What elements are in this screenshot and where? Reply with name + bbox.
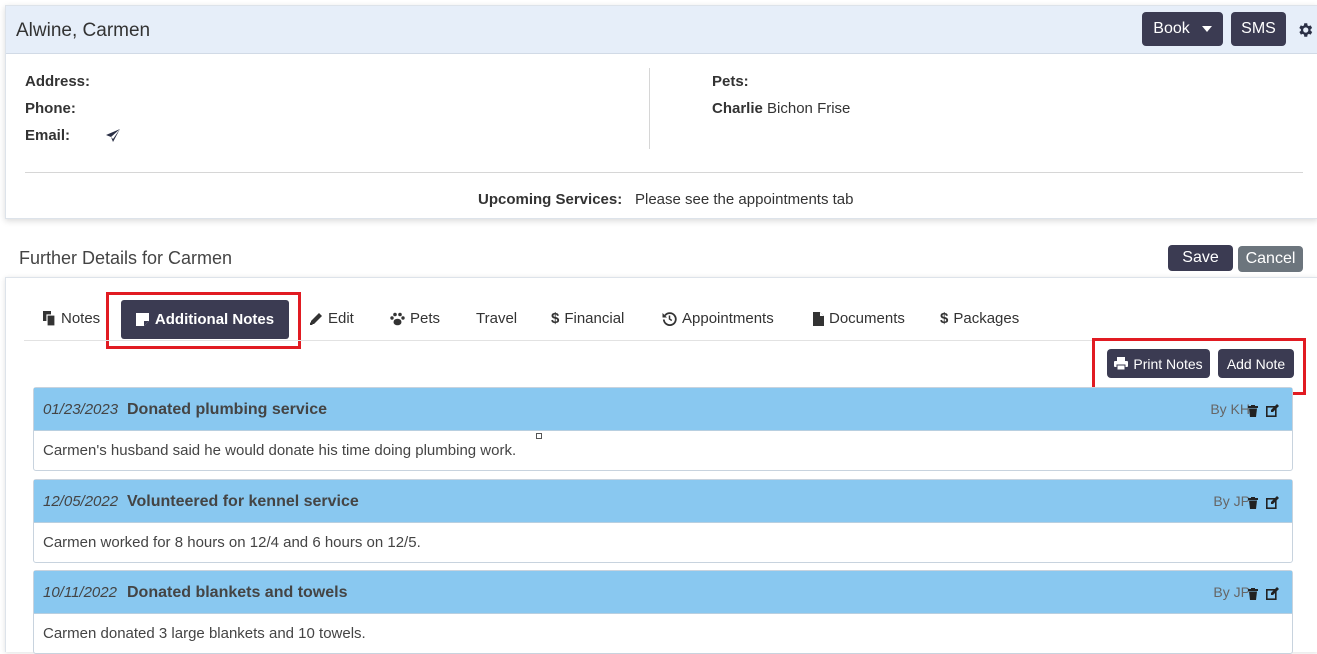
email-row: Email: (25, 127, 120, 154)
edit-icon[interactable] (1266, 496, 1279, 509)
note-title: Donated blankets and towels (127, 584, 348, 601)
book-button[interactable]: Book (1142, 12, 1223, 46)
further-details-title: Further Details for Carmen (19, 248, 233, 268)
client-card: Alwine, Carmen Book SMS Address: Phone: … (5, 5, 1317, 219)
tab-documents[interactable]: Documents (813, 310, 905, 327)
note-card: 10/11/2022 Donated blankets and towels B… (33, 570, 1293, 654)
contact-info: Address: Phone: Email: (25, 73, 120, 154)
tab-pets[interactable]: Pets (390, 310, 440, 327)
client-header: Alwine, Carmen Book SMS (6, 6, 1317, 54)
upcoming-value: Please see the appointments tab (635, 191, 854, 208)
dollar-icon: $ (940, 310, 949, 327)
tab-appointments[interactable]: Appointments (662, 310, 774, 327)
tab-appointments-label: Appointments (682, 310, 774, 327)
tab-notes[interactable]: Notes (43, 310, 100, 327)
pets-label: Pets: (712, 73, 749, 90)
address-label: Address: (25, 73, 91, 90)
tab-travel[interactable]: Travel (476, 310, 517, 327)
trash-icon[interactable] (1248, 405, 1258, 417)
note-author: By KH (1210, 401, 1250, 417)
phone-label: Phone: (25, 100, 76, 117)
sms-button-label: SMS (1241, 20, 1276, 37)
pencil-icon (310, 312, 322, 325)
tab-documents-label: Documents (829, 310, 905, 327)
cancel-button[interactable]: Cancel (1238, 246, 1303, 272)
note-date: 01/23/2023 (43, 401, 119, 418)
note-card: 01/23/2023 Donated plumbing service By K… (33, 387, 1293, 471)
upcoming-label: Upcoming Services: (478, 191, 623, 208)
pet-name[interactable]: Charlie (712, 100, 763, 117)
note-title: Donated plumbing service (127, 401, 328, 418)
note-title: Volunteered for kennel service (127, 493, 359, 510)
tab-edit[interactable]: Edit (309, 310, 354, 327)
file-icon (813, 311, 824, 326)
send-icon[interactable] (105, 128, 121, 144)
cursor-marker (536, 433, 542, 439)
info-divider (25, 172, 1303, 173)
note-author: By JP (1213, 584, 1250, 600)
tab-financial-label: Financial (564, 310, 625, 327)
save-button[interactable]: Save (1168, 245, 1233, 271)
note-date: 10/11/2022 (43, 584, 117, 601)
note-card: 12/05/2022 Volunteered for kennel servic… (33, 479, 1293, 563)
book-button-label: Book (1153, 20, 1190, 37)
chevron-down-icon (1201, 26, 1212, 32)
note-body: Carmen worked for 8 hours on 12/4 and 6 … (43, 534, 421, 551)
sms-button[interactable]: SMS (1231, 12, 1286, 46)
tab-notes-label: Notes (61, 310, 101, 327)
note-body: Carmen donated 3 large blankets and 10 t… (43, 625, 366, 642)
note-header: 10/11/2022 Donated blankets and towels B… (34, 571, 1292, 614)
pet-breed: Bichon Frise (767, 100, 851, 117)
note-author: By JP (1213, 493, 1250, 509)
history-icon (662, 312, 677, 326)
save-button-label: Save (1182, 249, 1219, 266)
paw-icon (390, 312, 405, 325)
cancel-button-label: Cancel (1245, 250, 1296, 267)
pets-info: Pets: Charlie Bichon Frise (712, 73, 850, 117)
edit-icon[interactable] (1266, 404, 1279, 417)
contact-divider (649, 68, 650, 149)
edit-icon[interactable] (1266, 587, 1279, 600)
dollar-icon: $ (551, 310, 560, 327)
tab-travel-label: Travel (476, 310, 518, 327)
tab-edit-label: Edit (328, 310, 354, 327)
email-label: Email: (25, 127, 71, 144)
note-date: 12/05/2022 (43, 493, 119, 510)
tab-packages-label: Packages (953, 310, 1020, 327)
tab-packages[interactable]: $ Packages (940, 310, 1019, 327)
note-header: 01/23/2023 Donated plumbing service By K… (34, 388, 1292, 431)
client-name: Alwine, Carmen (16, 20, 151, 41)
trash-icon[interactable] (1248, 497, 1258, 509)
pet-entry: Charlie Bichon Frise (712, 100, 850, 117)
note-body: Carmen's husband said he would donate hi… (43, 442, 517, 459)
copy-icon (43, 311, 56, 326)
note-header: 12/05/2022 Volunteered for kennel servic… (34, 480, 1292, 523)
tab-financial[interactable]: $ Financial (551, 310, 624, 327)
trash-icon[interactable] (1248, 588, 1258, 600)
tab-pets-label: Pets (410, 310, 441, 327)
gear-icon[interactable] (1296, 21, 1314, 39)
